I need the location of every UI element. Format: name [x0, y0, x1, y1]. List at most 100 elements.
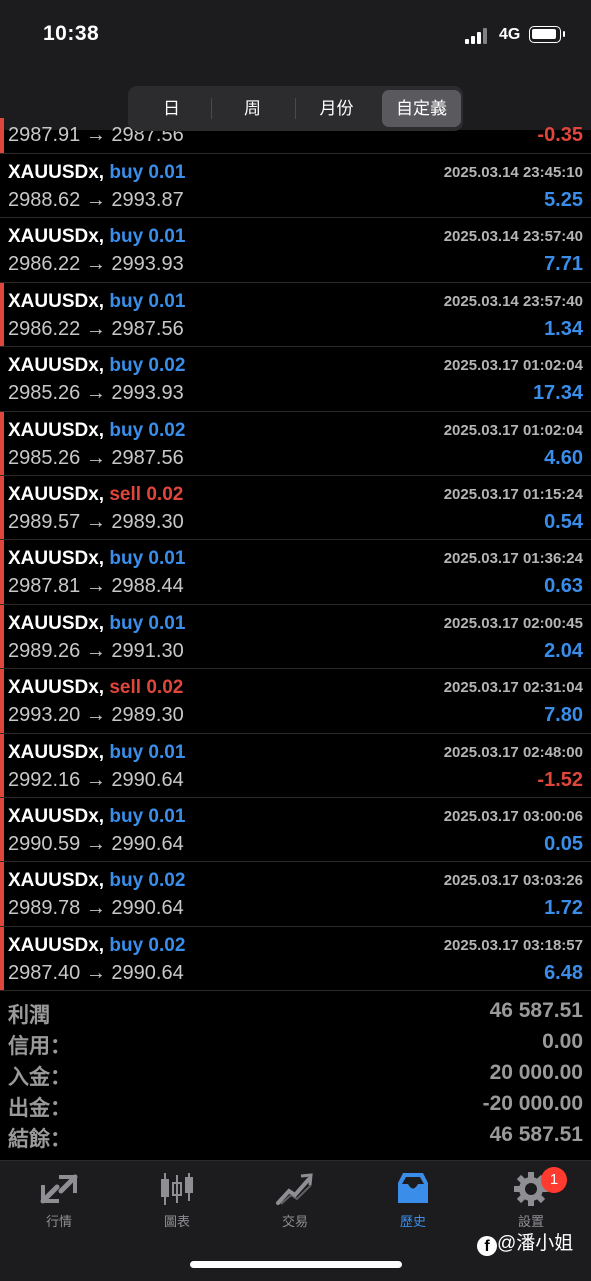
trade-symbol: XAUUSDx, buy 0.02 — [8, 935, 185, 957]
trade-row[interactable]: XAUUSDx, buy 0.02 2025.03.17 03:18:57 2987… — [0, 926, 591, 992]
status-time: 10:38 — [43, 22, 100, 45]
period-tab-day[interactable]: 日 — [132, 90, 211, 127]
trade-row[interactable]: XAUUSDx, sell 0.02 2025.03.17 01:15:24 298… — [0, 475, 591, 541]
summary-withdrawal: 出金： -20 000.00 — [0, 1090, 591, 1121]
tab-label: 歷史 — [399, 1214, 426, 1229]
symbol-name: XAUUSDx, — [8, 612, 105, 634]
trade-side: buy 0.02 — [109, 870, 185, 891]
trade-row[interactable]: XAUUSDx, buy 0.01 2025.03.17 02:48:00 2992… — [0, 733, 591, 798]
period-tab-custom[interactable]: 自定義 — [382, 90, 461, 127]
trade-volume: 0.01 — [148, 290, 186, 312]
trade-symbol: XAUUSDx, buy 0.01 — [8, 226, 185, 248]
trade-prices: 2989.26 → 2991.30 — [8, 639, 184, 662]
trade-volume: 0.02 — [146, 677, 184, 699]
trade-profit: 0.63 — [544, 575, 583, 598]
tab-quotes[interactable]: 行情 — [0, 1171, 118, 1230]
trade-volume: 0.01 — [148, 548, 186, 570]
trade-prices: 2990.59 → 2990.64 — [8, 832, 184, 855]
trade-time: 2025.03.17 02:00:45 — [443, 614, 583, 632]
trade-time: 2025.03.17 01:02:04 — [443, 357, 583, 375]
history-icon — [398, 1173, 428, 1203]
trade-profit: 1.72 — [544, 897, 583, 920]
chart-icon — [161, 1173, 193, 1205]
trade-history-list[interactable]: 2987.91 → 2987.56 -0.35 XAUUSDx, buy 0.0… — [0, 118, 591, 992]
summary-value: 46 587.51 — [489, 1123, 583, 1146]
trade-volume: 0.01 — [148, 226, 186, 248]
summary-value: 0.00 — [542, 1030, 583, 1053]
trade-row[interactable]: XAUUSDx, sell 0.02 2025.03.17 02:31:04 299… — [0, 669, 591, 734]
trade-volume: 0.01 — [148, 741, 186, 763]
summary-label: 利潤 — [8, 1004, 50, 1027]
trade-row[interactable]: XAUUSDx, buy 0.01 2025.03.14 23:45:10 2988… — [0, 154, 591, 219]
trade-row[interactable]: XAUUSDx, buy 0.01 2025.03.17 03:00:06 2990… — [0, 797, 591, 863]
tab-trade[interactable]: 交易 — [236, 1171, 354, 1230]
tab-label: 圖表 — [163, 1214, 190, 1229]
trade-time: 2025.03.17 01:02:04 — [443, 421, 583, 439]
trade-row[interactable]: XAUUSDx, buy 0.01 2025.03.17 01:36:24 2987… — [0, 540, 591, 605]
trade-time: 2025.03.14 23:57:40 — [443, 292, 583, 310]
trade-time: 2025.03.17 02:31:04 — [443, 679, 583, 697]
trade-volume: 0.02 — [148, 934, 186, 956]
trade-prices: 2986.22 → 2993.93 — [8, 253, 184, 276]
symbol-name: XAUUSDx, — [8, 870, 105, 892]
trade-row[interactable]: XAUUSDx, buy 0.01 2025.03.17 02:00:45 2989… — [0, 604, 591, 670]
trade-row[interactable]: XAUUSDx, buy 0.01 2025.03.14 23:57:40 2986… — [0, 218, 591, 283]
battery-icon — [529, 26, 565, 43]
trade-side: buy 0.01 — [109, 291, 185, 312]
trade-time: 2025.03.17 03:03:26 — [443, 872, 583, 890]
trade-side-label: sell — [109, 483, 142, 505]
summary-credit: 信用： 0.00 — [0, 1028, 591, 1059]
trade-row[interactable]: XAUUSDx, buy 0.01 2025.03.14 23:57:40 2986… — [0, 282, 591, 348]
trade-symbol: XAUUSDx, buy 0.01 — [8, 806, 185, 828]
trade-volume: 0.02 — [148, 419, 186, 441]
trade-side-label: buy — [109, 741, 144, 763]
trade-row[interactable]: XAUUSDx, buy 0.02 2025.03.17 01:02:04 2985… — [0, 411, 591, 476]
trade-symbol: XAUUSDx, buy 0.02 — [8, 870, 185, 892]
trade-side: buy 0.02 — [109, 420, 185, 441]
trade-side: buy 0.01 — [109, 806, 185, 827]
trade-time: 2025.03.17 03:18:57 — [443, 936, 583, 954]
symbol-name: XAUUSDx, — [8, 226, 105, 248]
trade-side-label: buy — [109, 548, 144, 570]
tab-history[interactable]: 歷史 — [354, 1171, 472, 1230]
watermark-text: @潘小姐 — [497, 1233, 574, 1254]
symbol-name: XAUUSDx, — [8, 162, 105, 183]
summary-value: 46 587.51 — [489, 999, 583, 1022]
trade-profit: 6.48 — [544, 961, 583, 984]
tab-chart[interactable]: 圖表 — [118, 1171, 236, 1230]
trade-side-label: sell — [109, 677, 142, 699]
trade-volume: 0.02 — [148, 870, 186, 892]
trade-prices: 2987.81 → 2988.44 — [8, 575, 184, 598]
trade-volume: 0.01 — [148, 612, 186, 634]
trade-prices: 2986.22 → 2987.56 — [8, 317, 184, 340]
trade-side-label: buy — [109, 612, 144, 634]
trade-side: buy 0.01 — [109, 613, 185, 634]
symbol-name: XAUUSDx, — [8, 419, 105, 441]
symbol-name: XAUUSDx, — [8, 483, 105, 505]
trade-volume: 0.01 — [148, 162, 186, 183]
trade-prices: 2989.57 → 2989.30 — [8, 510, 184, 533]
summary-label: 結餘： — [8, 1128, 71, 1151]
trade-time: 2025.03.17 02:48:00 — [443, 743, 583, 761]
home-indicator[interactable] — [190, 1261, 402, 1268]
account-summary: 利潤 46 587.51 信用： 0.00 入金： 20 000.00 出金： … — [0, 997, 591, 1157]
trade-time: 2025.03.17 01:15:24 — [443, 485, 583, 503]
trade-prices: 2987.40 → 2990.64 — [8, 961, 184, 984]
period-tab-week[interactable]: 周 — [213, 90, 292, 127]
trade-time: 2025.03.14 23:45:10 — [443, 164, 583, 181]
symbol-name: XAUUSDx, — [8, 355, 105, 377]
trade-side-label: buy — [109, 226, 144, 248]
trade-row[interactable]: XAUUSDx, buy 0.02 2025.03.17 03:03:26 2989… — [0, 862, 591, 927]
trade-time: 2025.03.17 03:00:06 — [443, 807, 583, 825]
summary-profit: 利潤 46 587.51 — [0, 997, 591, 1028]
trade-prices: 2992.16 → 2990.64 — [8, 768, 184, 791]
segment-divider — [295, 98, 296, 119]
trade-row[interactable]: XAUUSDx, buy 0.02 2025.03.17 01:02:04 2985… — [0, 347, 591, 412]
tab-settings[interactable]: 設置 1 — [472, 1167, 590, 1230]
period-tab-month[interactable]: 月份 — [297, 90, 376, 127]
trade-icon — [276, 1173, 313, 1205]
trade-volume: 0.02 — [148, 355, 186, 377]
trade-side: sell 0.02 — [109, 677, 183, 698]
summary-balance: 結餘： 46 587.51 — [0, 1121, 591, 1152]
trade-symbol: XAUUSDx, buy 0.02 — [8, 420, 185, 442]
